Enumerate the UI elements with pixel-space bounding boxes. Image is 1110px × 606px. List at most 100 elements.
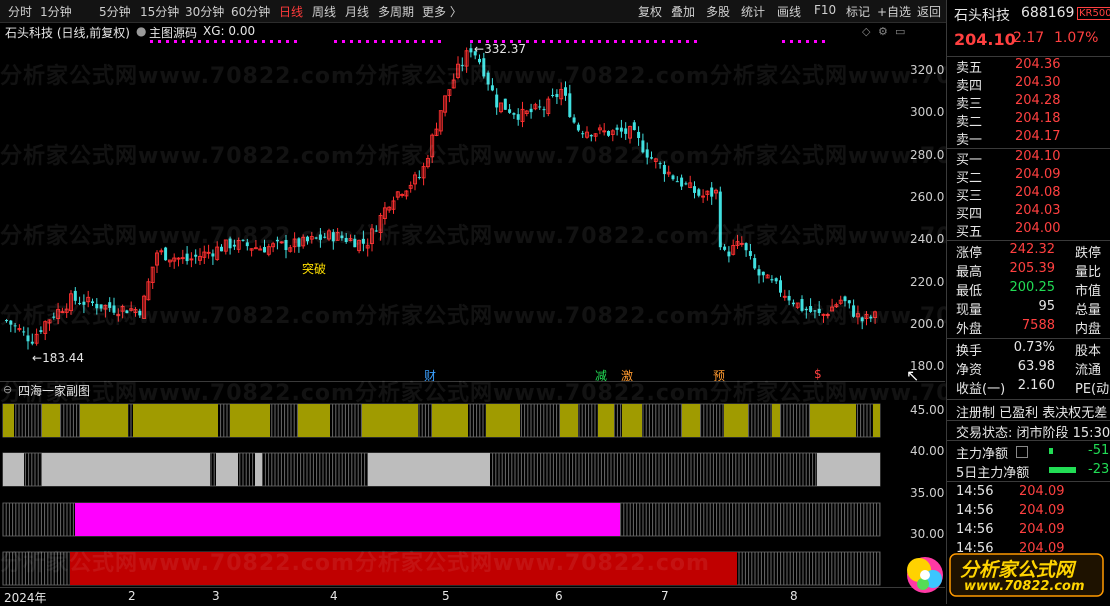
statistics-button[interactable]: 统计 [741, 3, 765, 20]
period-tab-multi[interactable]: 多周期 [378, 3, 414, 20]
indicator-dot [630, 40, 633, 43]
kline-canvas[interactable] [0, 22, 945, 380]
ask-price: 204.30 [1015, 75, 1061, 90]
candle-body [284, 239, 288, 251]
stat-label-2: 量比 [1075, 265, 1102, 280]
period-tab-15min[interactable]: 15分钟 [140, 3, 179, 20]
indicator-dot [542, 40, 545, 43]
period-tab-more[interactable]: 更多 〉 [422, 3, 462, 20]
stat-value: 200.25 [1009, 280, 1056, 295]
indicator-dot [254, 40, 257, 43]
candle-body [624, 128, 628, 134]
ask-level-label: 卖二 [956, 115, 983, 130]
flow-bar [1049, 448, 1053, 454]
candle-body [852, 305, 856, 317]
y-tick: 260.0 [910, 190, 945, 204]
multi-stock-button[interactable]: 多股 [706, 3, 730, 20]
f10-button[interactable]: F10 [814, 3, 836, 17]
candle-body [697, 189, 701, 196]
indicator-dot [662, 40, 665, 43]
bid-level-label: 买四 [956, 207, 983, 222]
overlay-button[interactable]: 叠加 [671, 3, 695, 20]
indicator-name[interactable]: 主图源码 [149, 24, 197, 41]
sub-indicator-canvas[interactable] [0, 382, 945, 588]
candle-body [211, 253, 215, 257]
indicator-dot [694, 40, 697, 43]
period-tab-60min[interactable]: 60分钟 [231, 3, 270, 20]
indicator-dot [286, 40, 289, 43]
flow-row-5day: 5日主力净额 -23 [947, 462, 1110, 481]
restore-rights-button[interactable]: 复权 [638, 3, 662, 20]
diamond-icon[interactable]: ◇ [862, 25, 870, 38]
period-tab-1min[interactable]: 1分钟 [40, 3, 72, 20]
event-marker-dividend-text: $ [814, 367, 822, 381]
add-favorite-button[interactable]: +自选 [877, 3, 911, 20]
stat-row: 收益(一) 2.160 PE(动 [947, 378, 1110, 397]
candle-body [770, 279, 774, 281]
candle-body [185, 253, 189, 262]
ask-price: 204.17 [1015, 129, 1061, 144]
stat-row: 换手 0.73% 股本 [947, 340, 1110, 359]
back-button[interactable]: 返回 [917, 3, 941, 20]
period-tab-weekly[interactable]: 周线 [312, 3, 336, 20]
candle-body [460, 65, 464, 67]
candle-body [538, 106, 542, 108]
period-tab-daily[interactable]: 日线 [279, 3, 303, 20]
band-segment [486, 404, 520, 437]
xg-value: XG: 0.00 [203, 24, 256, 38]
ask-price: 204.36 [1015, 57, 1061, 72]
candle-body [791, 302, 795, 305]
band-segment [216, 453, 238, 486]
high-price-value: 332.37 [484, 42, 527, 56]
candle-body [125, 310, 129, 314]
flow-info-icon[interactable] [1016, 446, 1028, 458]
stat-value: 2.160 [1017, 378, 1055, 393]
candle-body [138, 310, 142, 316]
stat-row: 最低 200.25 市值 [947, 280, 1110, 299]
candle-body [490, 85, 494, 91]
site-logo: 分析家公式网 www.70822.com [900, 548, 1105, 600]
stat-label-2: 市值 [1075, 284, 1102, 299]
bid-level-label: 买三 [956, 189, 983, 204]
candle-body [723, 246, 727, 250]
candle-body [297, 238, 301, 247]
settings-gear-icon[interactable]: ⚙ [878, 25, 888, 38]
candle-body [353, 238, 357, 248]
candle-body [568, 93, 572, 117]
candle-body [650, 157, 653, 159]
candle-body [542, 109, 546, 111]
candle-body [331, 232, 335, 242]
candle-body [718, 191, 722, 248]
collapse-icon[interactable]: ⊖ [3, 383, 12, 396]
indicator-dot [670, 40, 673, 43]
stock-header: 石头科技 688169 KR500 [947, 5, 1110, 27]
period-tab-5min[interactable]: 5分钟 [99, 3, 131, 20]
stat-label: 净资 [956, 363, 983, 378]
candle-body [503, 98, 507, 110]
stat-label: 外盘 [956, 322, 983, 337]
kline-chart[interactable]: 石头科技 (日线,前复权) ● 主图源码 XG: 0.00 ◇ ⚙ ▭ ←332… [0, 22, 945, 385]
event-marker-dividend[interactable]: $ [814, 367, 822, 381]
high-price-label: ←332.37 [474, 42, 527, 56]
period-tab-30min[interactable]: 30分钟 [185, 3, 224, 20]
indicator-dot [422, 40, 425, 43]
candle-body [512, 113, 516, 115]
band-segment [42, 404, 60, 437]
bid-row: 买二 204.09 [947, 167, 1110, 186]
band-segment [230, 404, 270, 437]
sub-indicator-chart[interactable]: ⊖ 四海一家副图 45.00 40.00 35.00 30.00 [0, 381, 945, 588]
mark-button[interactable]: 标记 [846, 3, 870, 20]
expand-icon[interactable]: ▭ [895, 25, 905, 38]
bid-price: 204.03 [1015, 203, 1061, 218]
candle-body [529, 108, 533, 113]
candle-body [482, 58, 486, 77]
period-tab-monthly[interactable]: 月线 [345, 3, 369, 20]
period-tab-fenshi[interactable]: 分时 [8, 3, 32, 20]
candle-body [744, 243, 748, 251]
y-tick: 220.0 [910, 275, 945, 289]
candle-body [245, 242, 249, 247]
draw-line-button[interactable]: 画线 [777, 3, 801, 20]
indicator-dot [262, 40, 265, 43]
price-summary: 204.10 2.17 1.07% [947, 30, 1110, 52]
period-toolbar: 分时 1分钟 5分钟 15分钟 30分钟 60分钟 日线 周线 月线 多周期 更… [0, 0, 1110, 23]
